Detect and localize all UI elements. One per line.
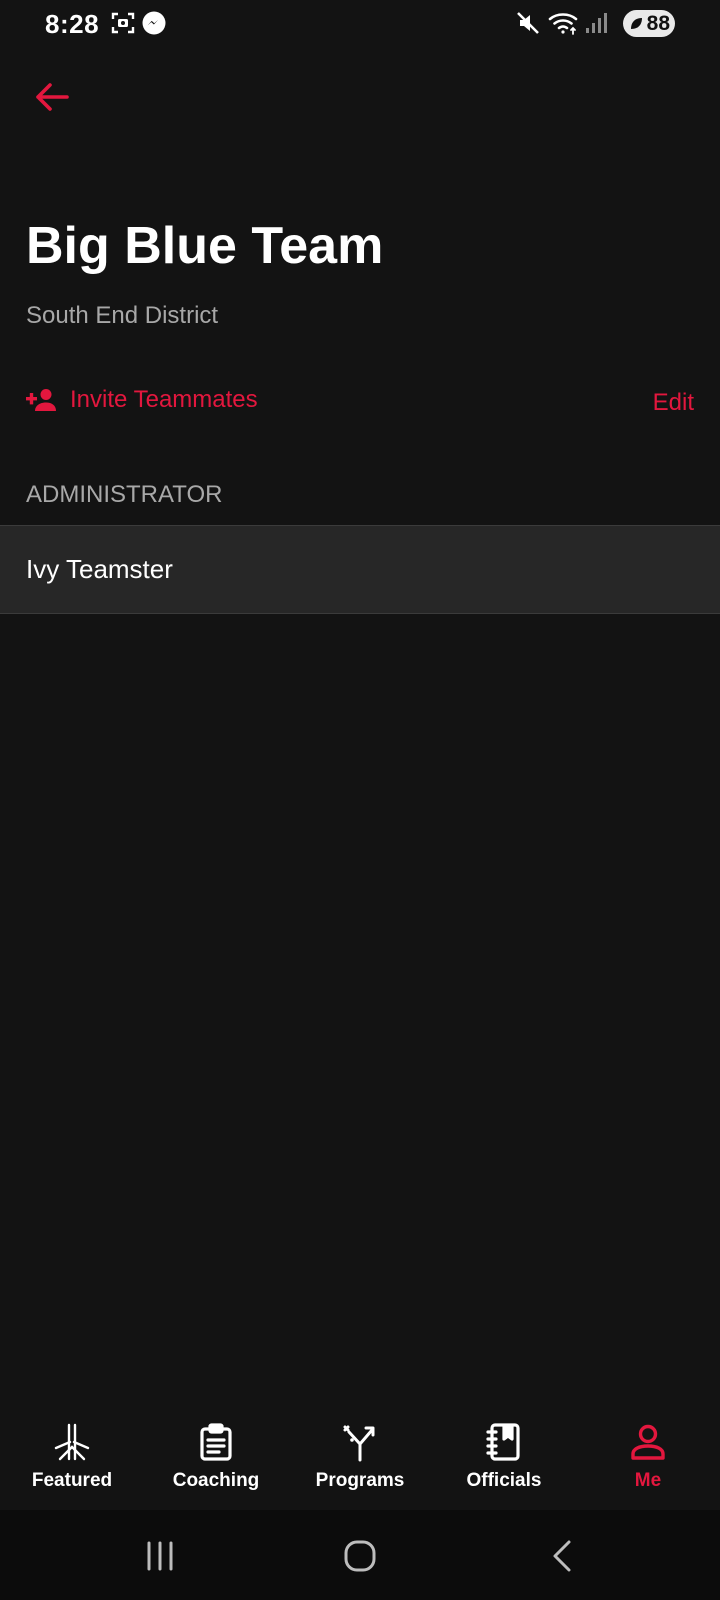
clipboard-icon — [200, 1423, 232, 1461]
nav-item-officials[interactable]: Officials — [432, 1420, 576, 1510]
battery-icon: 88 — [623, 10, 675, 37]
home-button[interactable] — [340, 1536, 380, 1576]
recent-apps-button[interactable] — [140, 1536, 180, 1576]
home-icon — [344, 1540, 376, 1572]
back-button[interactable] — [30, 75, 74, 119]
chevron-left-icon — [553, 1540, 571, 1572]
arrow-left-icon — [36, 83, 69, 111]
programs-icon — [343, 1425, 375, 1462]
bottom-nav: Featured Coaching Programs Officials Me — [0, 1420, 720, 1510]
system-nav-bar — [0, 1510, 720, 1600]
system-back-button[interactable] — [542, 1536, 582, 1576]
nav-label: Coaching — [172, 1470, 260, 1491]
edit-button[interactable]: Edit — [653, 389, 694, 417]
nav-item-me[interactable]: Me — [576, 1420, 720, 1510]
mute-icon — [516, 10, 540, 41]
nav-label: Me — [634, 1470, 662, 1491]
page-subtitle: South End District — [26, 302, 219, 329]
nav-label: Programs — [315, 1470, 405, 1491]
screenshot-icon — [110, 10, 136, 41]
member-name: Ivy Teamster — [26, 554, 173, 584]
battery-level: 88 — [646, 11, 670, 35]
signal-icon — [584, 10, 608, 41]
featured-icon — [54, 1423, 90, 1461]
status-time: 8:28 — [45, 9, 100, 39]
nav-item-programs[interactable]: Programs — [288, 1420, 432, 1510]
section-header-administrator: ADMINISTRATOR — [26, 481, 223, 508]
list-item[interactable]: Ivy Teamster — [0, 525, 720, 614]
status-bar: 8:28 88 — [0, 0, 720, 48]
nav-label: Officials — [466, 1470, 542, 1491]
nav-item-featured[interactable]: Featured — [0, 1420, 144, 1510]
nav-label: Featured — [31, 1470, 113, 1491]
page-title: Big Blue Team — [26, 217, 384, 275]
rulebook-icon — [486, 1423, 520, 1461]
invite-teammates-label: Invite Teammates — [70, 386, 258, 413]
messenger-icon — [141, 10, 167, 41]
nav-item-coaching[interactable]: Coaching — [144, 1420, 288, 1510]
wifi-icon — [547, 10, 579, 41]
person-add-icon — [26, 389, 56, 411]
person-icon — [631, 1424, 665, 1460]
recent-apps-icon — [147, 1541, 173, 1571]
invite-teammates-button[interactable]: Invite Teammates — [26, 386, 258, 414]
